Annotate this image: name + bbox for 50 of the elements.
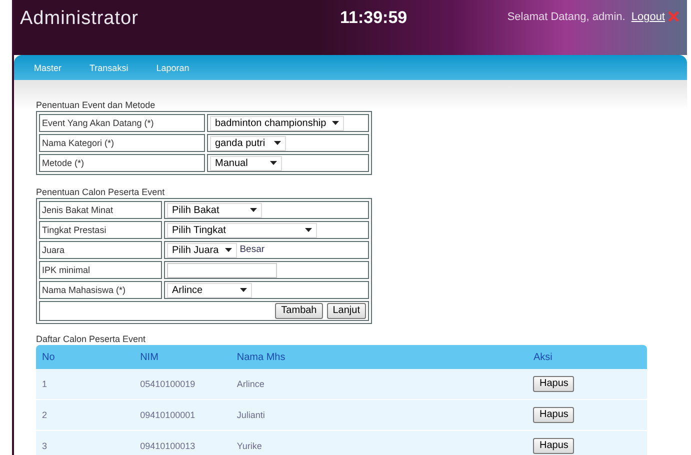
dropdown[interactable]: badminton championship <box>210 116 344 130</box>
dropdown[interactable]: Pilih Juara <box>167 242 237 258</box>
table-cell: 1 <box>36 369 134 400</box>
field-label: Juara <box>39 241 162 259</box>
table-cell: Julianti <box>230 400 528 430</box>
app-title: Administrator <box>20 8 140 30</box>
field-label: Tingkat Prestasi <box>39 221 162 239</box>
section-title: Daftar Calon Peserta Event <box>36 334 147 344</box>
suffix-label: Besar <box>240 244 265 256</box>
table-cell: 09410100013 <box>134 430 231 455</box>
action-button[interactable]: Lanjut <box>326 303 366 319</box>
field-label: IPK minimal <box>39 261 162 279</box>
caret-icon <box>224 248 232 252</box>
field-label: Nama Kategori (*) <box>39 134 205 152</box>
field-label: Nama Mahasiswa (*) <box>39 281 162 299</box>
column-header: No <box>36 345 134 369</box>
column-header: Nama Mhs <box>230 345 528 369</box>
section-title: Penentuan Calon Peserta Event <box>36 187 166 197</box>
field-label: Jenis Bakat Minat <box>39 201 162 219</box>
dropdown[interactable]: Arlince <box>167 282 252 298</box>
table-cell: 05410100019 <box>134 369 231 400</box>
action-button[interactable]: Tambah <box>275 303 323 319</box>
delete-button[interactable]: Hapus <box>533 407 574 423</box>
greeting-text: Selamat Datang, admin. <box>507 11 626 23</box>
input-field[interactable] <box>167 262 277 278</box>
close-icon <box>668 11 679 22</box>
caret-icon <box>270 161 277 165</box>
section-title: Penentuan Event dan Metode <box>36 100 156 110</box>
table-cell: 3 <box>36 430 134 455</box>
dropdown[interactable]: Pilih Bakat <box>167 202 262 218</box>
table-cell: 2 <box>36 400 134 430</box>
logout-link[interactable]: Logout <box>631 11 665 23</box>
field-label: Metode (*) <box>39 154 205 172</box>
dropdown[interactable]: Manual <box>210 156 282 170</box>
caret-icon <box>274 141 281 145</box>
delete-button[interactable]: Hapus <box>533 376 574 392</box>
caret-icon <box>332 121 340 125</box>
table-cell: 09410100001 <box>134 400 231 430</box>
field-label: Event Yang Akan Datang (*) <box>39 114 205 132</box>
delete-button[interactable]: Hapus <box>533 438 574 454</box>
column-header: Aksi <box>527 345 647 369</box>
table-cell: Yurike <box>230 430 528 455</box>
caret-icon <box>250 208 257 212</box>
dropdown[interactable]: Pilih Tingkat <box>167 222 317 238</box>
column-header: NIM <box>134 345 231 369</box>
caret-icon <box>240 288 247 292</box>
caret-icon <box>305 228 312 232</box>
clock: 11:39:59 <box>340 8 408 28</box>
table-cell: Arlince <box>230 369 528 400</box>
dropdown[interactable]: ganda putri <box>210 136 286 150</box>
